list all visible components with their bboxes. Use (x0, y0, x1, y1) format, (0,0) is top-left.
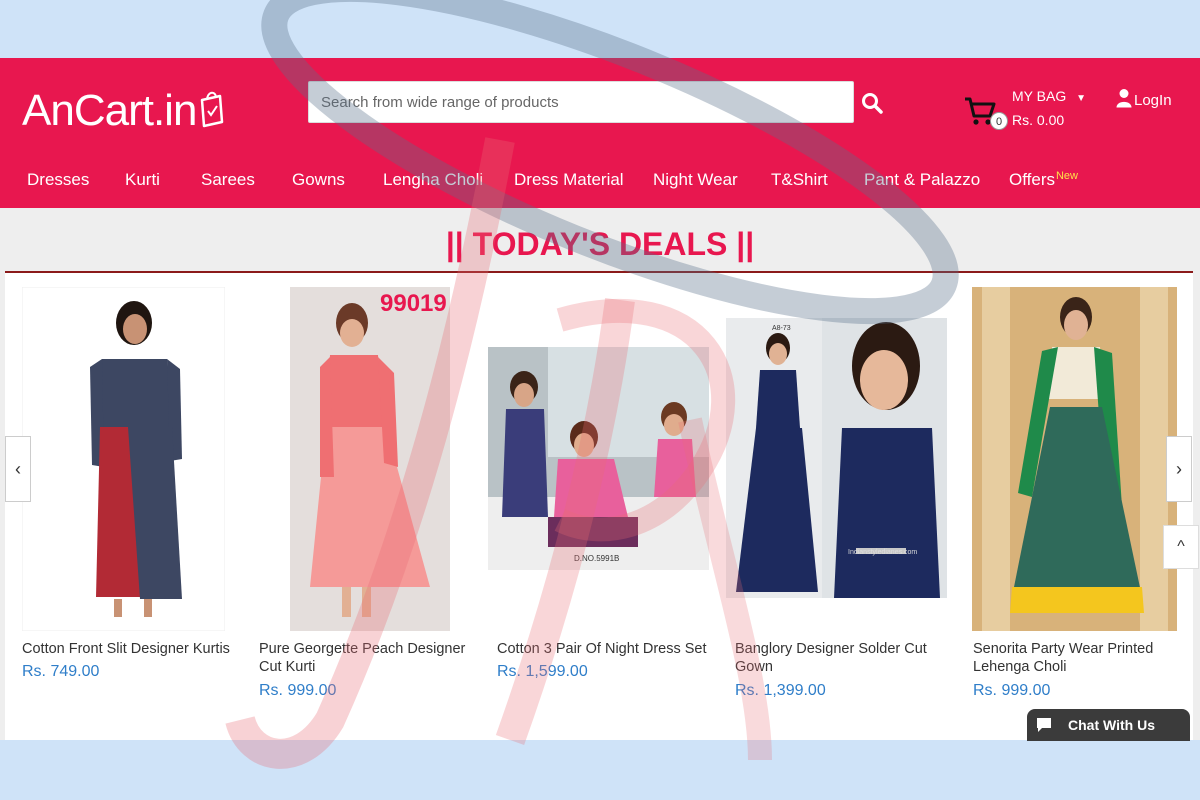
chat-widget-button[interactable]: Chat With Us (1027, 709, 1190, 741)
product-name-2[interactable]: Pure Georgette Peach Designer Cut Kurti (259, 640, 469, 676)
product-image-2-label: 99019 (380, 290, 447, 317)
user-icon[interactable] (1116, 88, 1132, 108)
product-image-4-label: A8-73 (772, 325, 791, 332)
search-icon[interactable] (860, 91, 884, 115)
product-price-5: Rs. 999.00 (973, 682, 1051, 699)
nav-item-dress-material[interactable]: Dress Material (514, 170, 624, 190)
product-image-3-label: D.NO.5991B (574, 554, 619, 563)
my-bag-dropdown[interactable]: MY BAG ▼ (1012, 88, 1086, 104)
chat-bubble-icon (1037, 718, 1051, 732)
top-band (0, 0, 1200, 58)
product-image-4-caption: Indianstyledianes.com (848, 549, 917, 556)
product-image-4[interactable]: A8-73 Indianstyledianes.com (726, 318, 947, 598)
my-bag-label: MY BAG (1012, 88, 1067, 104)
nav-item-night-wear[interactable]: Night Wear (653, 170, 738, 190)
caret-down-icon: ▼ (1076, 93, 1086, 104)
nav-item-lengha-choli[interactable]: Lengha Choli (383, 170, 483, 190)
bottom-band (0, 740, 1200, 800)
chevron-left-icon: ‹ (15, 459, 21, 479)
carousel-prev-button[interactable]: ‹ (5, 436, 31, 502)
nav-item-sarees[interactable]: Sarees (201, 170, 255, 190)
main-nav: Dresses Kurti Sarees Gowns Lengha Choli … (0, 170, 1200, 196)
chat-label: Chat With Us (1068, 717, 1155, 733)
product-price-1: Rs. 749.00 (22, 663, 100, 680)
product-image-5[interactable] (972, 287, 1177, 631)
product-price-3: Rs. 1,599.00 (497, 663, 588, 680)
nav-item-kurti[interactable]: Kurti (125, 170, 160, 190)
product-price-4: Rs. 1,399.00 (735, 682, 826, 699)
site-logo[interactable]: AnCart.in (22, 86, 197, 136)
nav-item-offers-label: Offers (1009, 170, 1055, 189)
carousel-next-button[interactable]: › (1166, 436, 1192, 502)
cart-count-badge: 0 (990, 112, 1008, 130)
nav-item-gowns[interactable]: Gowns (292, 170, 345, 190)
chevron-right-icon: › (1176, 459, 1182, 479)
product-image-3[interactable]: D.NO.5991B (488, 347, 709, 570)
deals-title: || TODAY'S DEALS || (445, 226, 755, 262)
product-name-5[interactable]: Senorita Party Wear Printed Lehenga Chol… (973, 640, 1183, 676)
chevron-up-icon: ^ (1177, 538, 1185, 555)
product-image-1[interactable] (22, 287, 225, 631)
login-link[interactable]: LogIn (1134, 92, 1172, 109)
nav-item-t-shirt[interactable]: T&Shirt (771, 170, 828, 190)
product-name-3[interactable]: Cotton 3 Pair Of Night Dress Set (497, 640, 707, 658)
scroll-to-top-button[interactable]: ^ (1163, 525, 1199, 569)
product-price-2: Rs. 999.00 (259, 682, 337, 699)
bag-amount: Rs. 0.00 (1012, 112, 1065, 128)
search-box (308, 81, 854, 123)
new-badge: New (1055, 170, 1078, 182)
product-name-1[interactable]: Cotton Front Slit Designer Kurtis (22, 640, 232, 658)
nav-item-pant-palazzo[interactable]: Pant & Palazzo (864, 170, 980, 190)
nav-item-offers[interactable]: OffersNew (1009, 170, 1078, 190)
shopping-bag-icon (200, 91, 224, 128)
product-image-2[interactable]: 99019 (290, 287, 450, 631)
search-input[interactable] (309, 82, 853, 122)
product-name-4[interactable]: Banglory Designer Solder Cut Gown (735, 640, 945, 676)
nav-item-dresses[interactable]: Dresses (27, 170, 89, 190)
